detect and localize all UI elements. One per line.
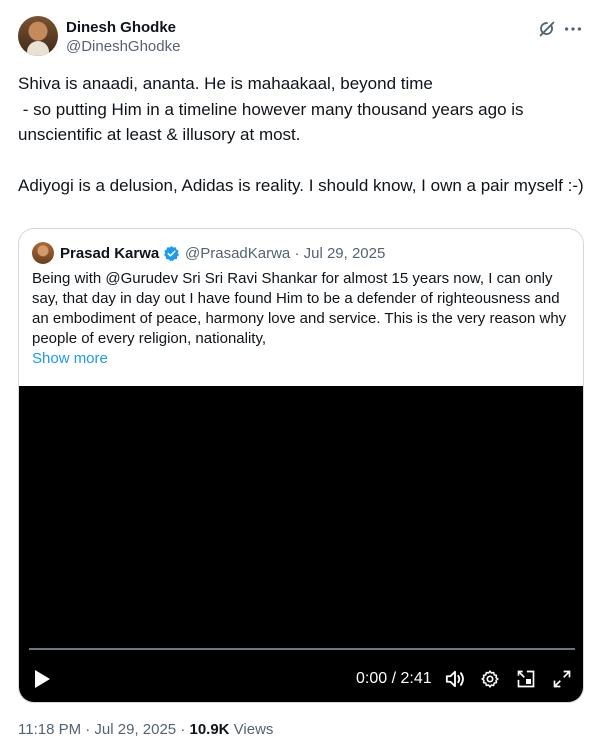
tweet-footer: 11:18 PM · Jul 29, 2025 · 10.9K Views xyxy=(18,721,273,738)
video-time: 0:00 / 2:41 xyxy=(356,670,432,687)
fullscreen-icon[interactable] xyxy=(552,669,572,689)
pip-icon[interactable] xyxy=(516,669,536,689)
gear-icon[interactable] xyxy=(480,669,500,689)
more-icon[interactable] xyxy=(562,18,584,40)
views-count[interactable]: 10.9K xyxy=(189,721,229,738)
author-name[interactable]: Dinesh Ghodke xyxy=(66,19,176,36)
video-player[interactable]: 0:00 / 2:41 xyxy=(19,386,583,702)
tweet-timestamp[interactable]: 11:18 PM · Jul 29, 2025 · xyxy=(18,721,189,738)
views-label: Views xyxy=(229,721,274,738)
tweet-header: Dinesh Ghodke @DineshGhodke xyxy=(18,16,588,60)
volume-icon[interactable] xyxy=(444,669,466,689)
play-icon[interactable] xyxy=(33,669,51,689)
quote-text: Being with @Gurudev Sri Sri Ravi Shankar… xyxy=(32,270,567,347)
show-more-link[interactable]: Show more xyxy=(32,350,108,367)
video-progress-bar[interactable] xyxy=(29,648,575,650)
quoted-tweet[interactable]: Prasad Karwa @PrasadKarwa · Jul 29, 2025… xyxy=(18,228,584,703)
quote-avatar[interactable] xyxy=(32,242,54,264)
author-handle[interactable]: @DineshGhodke xyxy=(66,38,180,55)
tweet-text: Shiva is anaadi, ananta. He is mahaakaal… xyxy=(18,74,584,195)
grok-icon[interactable] xyxy=(536,18,558,40)
quote-author-name[interactable]: Prasad Karwa xyxy=(60,245,159,262)
verified-badge-icon xyxy=(164,246,179,262)
quote-handle-date[interactable]: @PrasadKarwa · Jul 29, 2025 xyxy=(185,245,385,262)
avatar[interactable] xyxy=(18,16,58,56)
